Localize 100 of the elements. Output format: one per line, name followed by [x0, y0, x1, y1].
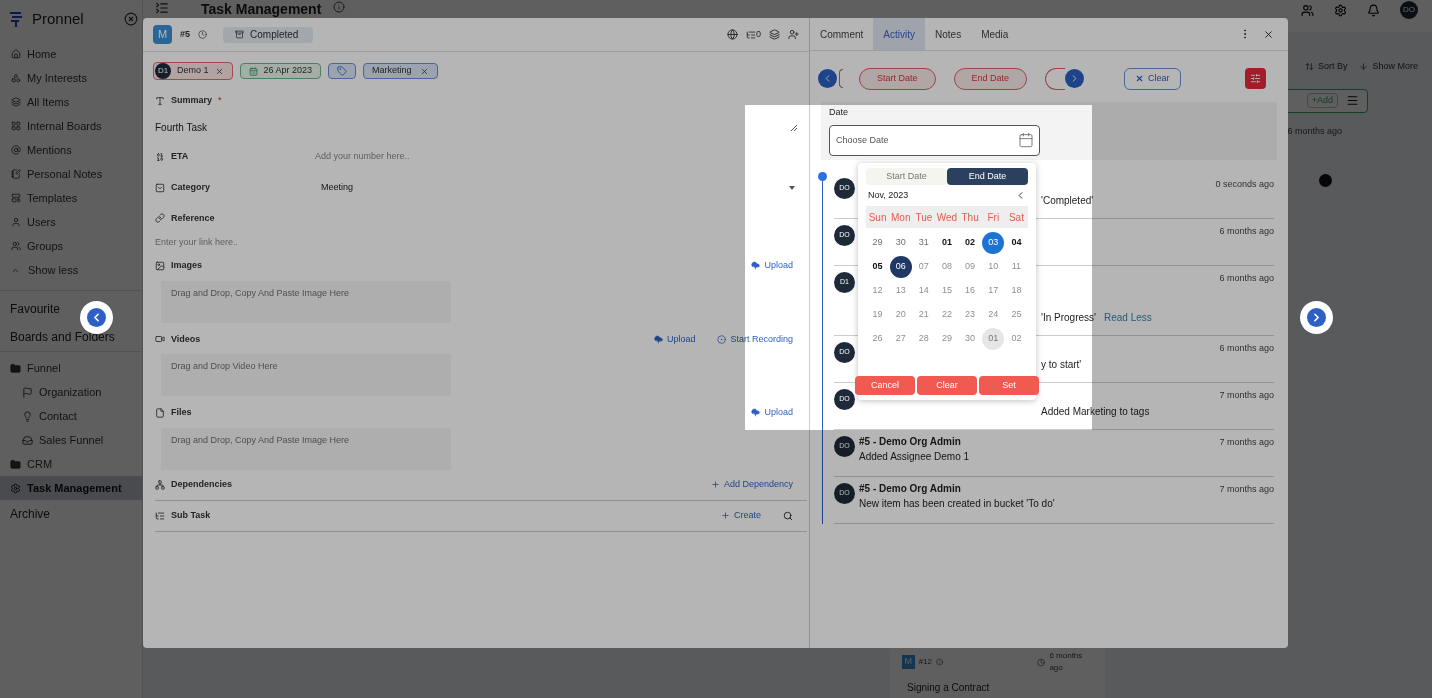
- previous-button[interactable]: [818, 69, 837, 88]
- picker-button[interactable]: Cancel: [855, 376, 915, 395]
- tree-item[interactable]: Task Management: [0, 476, 142, 500]
- number-field[interactable]: Add your number here..: [315, 150, 807, 164]
- calendar-day[interactable]: 15: [936, 280, 958, 302]
- action-link[interactable]: Start Recording: [717, 332, 793, 346]
- clear-button[interactable]: Clear: [1124, 67, 1181, 90]
- calendar-day[interactable]: 14: [912, 280, 935, 302]
- action-link[interactable]: Upload: [653, 332, 696, 346]
- calendar-day[interactable]: 31: [912, 232, 935, 254]
- calendar-day[interactable]: 09: [959, 256, 982, 278]
- picker-button[interactable]: Set: [979, 376, 1039, 395]
- range-tab[interactable]: Start Date: [866, 168, 947, 185]
- calendar-day[interactable]: 04: [1005, 232, 1028, 254]
- tree-item[interactable]: Organization: [0, 380, 142, 404]
- subtask-count[interactable]: 0: [746, 27, 761, 42]
- picker-button[interactable]: Clear: [917, 376, 977, 395]
- show-less-toggle[interactable]: Show less: [0, 258, 142, 282]
- assignee-chip[interactable]: D1 Demo 1: [153, 62, 233, 80]
- nav-item[interactable]: My Interests: [0, 66, 142, 90]
- search-icon[interactable]: [783, 510, 793, 521]
- tree-item[interactable]: CRM: [0, 452, 142, 476]
- calendar-day[interactable]: 16: [959, 280, 982, 302]
- calendar-day[interactable]: 01: [936, 232, 958, 254]
- calendar-day[interactable]: 10: [982, 256, 1005, 278]
- calendar-day[interactable]: 19: [866, 304, 889, 326]
- calendar-day[interactable]: 13: [889, 280, 912, 302]
- filter-chip[interactable]: Start Date: [859, 67, 936, 90]
- link-field[interactable]: Enter your link here..: [155, 235, 807, 249]
- close-icon[interactable]: [1263, 28, 1274, 40]
- calendar-day[interactable]: 06: [889, 256, 912, 278]
- calendar-day[interactable]: 29: [866, 232, 889, 254]
- action-link[interactable]: Upload: [751, 259, 793, 273]
- circle-x-icon[interactable]: [124, 12, 138, 26]
- settings-icon[interactable]: [1334, 3, 1347, 17]
- calendar-day[interactable]: 17: [982, 280, 1005, 302]
- calendar-day[interactable]: 02: [1005, 328, 1028, 350]
- calendar-day[interactable]: 07: [912, 256, 935, 278]
- panel-tab[interactable]: Media: [971, 18, 1019, 50]
- calendar-day[interactable]: 08: [936, 256, 958, 278]
- remove-icon[interactable]: [419, 66, 429, 76]
- calendar-day[interactable]: 05: [866, 256, 889, 278]
- status-pill[interactable]: Completed: [223, 26, 313, 43]
- next-button[interactable]: [1065, 69, 1085, 88]
- bell-icon[interactable]: [1367, 3, 1380, 17]
- action-link[interactable]: Add Dependency: [710, 477, 793, 492]
- nav-item[interactable]: Users: [0, 210, 142, 234]
- tag-chip[interactable]: Marketing: [363, 63, 438, 79]
- calendar-day[interactable]: 12: [866, 280, 889, 302]
- users-icon[interactable]: [1301, 3, 1314, 17]
- drop-zone[interactable]: Drag and Drop, Copy And Paste Image Here: [161, 427, 451, 470]
- globe-icon[interactable]: [727, 29, 738, 40]
- calendar-day[interactable]: 21: [912, 304, 935, 326]
- calendar-day[interactable]: 24: [982, 304, 1005, 326]
- nav-item[interactable]: Personal Notes: [0, 162, 142, 186]
- summary-field[interactable]: Fourth Task: [155, 113, 807, 142]
- calendar-day[interactable]: 23: [959, 304, 982, 326]
- sort-button[interactable]: Sort By: [1304, 60, 1348, 74]
- calendar-day[interactable]: 18: [1005, 280, 1028, 302]
- calendar-day[interactable]: 01: [982, 328, 1005, 350]
- panel-tab[interactable]: Comment: [810, 18, 874, 50]
- menu-icon[interactable]: [1346, 94, 1359, 107]
- add-button[interactable]: +Add: [1306, 92, 1338, 109]
- tree-item[interactable]: Funnel: [0, 356, 142, 380]
- nav-item[interactable]: Groups: [0, 234, 142, 258]
- calendar-day[interactable]: 27: [889, 328, 912, 350]
- show-more-button[interactable]: Show More: [1359, 60, 1418, 74]
- nav-item[interactable]: Mentions: [0, 138, 142, 162]
- drop-zone[interactable]: Drag and Drop Video Here: [161, 354, 451, 396]
- read-less-link[interactable]: Read Less: [1103, 312, 1152, 323]
- nav-item[interactable]: Templates: [0, 186, 142, 210]
- calendar-day[interactable]: 11: [1005, 256, 1028, 278]
- tag-button[interactable]: [328, 63, 357, 79]
- remove-icon[interactable]: [214, 66, 224, 76]
- range-tab[interactable]: End Date: [947, 168, 1028, 185]
- layers-icon[interactable]: [769, 29, 780, 40]
- nav-item[interactable]: All Items: [0, 90, 142, 114]
- drop-zone[interactable]: Drag and Drop, Copy And Paste Image Here: [161, 280, 451, 323]
- nav-item[interactable]: Internal Boards: [0, 114, 142, 138]
- calendar-day[interactable]: 22: [936, 304, 958, 326]
- nav-item[interactable]: Home: [0, 42, 142, 66]
- calendar-day[interactable]: 28: [912, 328, 935, 350]
- date-field[interactable]: Choose Date: [829, 124, 1040, 156]
- filter-chip[interactable]: End Date: [953, 67, 1028, 90]
- date-chip[interactable]: 26 Apr 2023: [239, 63, 322, 79]
- info-icon[interactable]: [333, 1, 346, 13]
- user-plus-icon[interactable]: [788, 29, 799, 40]
- category-select[interactable]: Meeting: [315, 181, 807, 195]
- calendar-day[interactable]: 26: [866, 328, 889, 350]
- calendar-day[interactable]: 25: [1005, 304, 1028, 326]
- tree-item[interactable]: Sales Funnel: [0, 428, 142, 452]
- calendar-day[interactable]: 29: [936, 328, 958, 350]
- panel-tab[interactable]: Activity: [873, 18, 926, 50]
- menu-icon[interactable]: [155, 1, 169, 15]
- action-link[interactable]: Upload: [751, 406, 793, 420]
- filter-button[interactable]: [1245, 68, 1266, 89]
- calendar-day[interactable]: 30: [959, 328, 982, 350]
- calendar-day[interactable]: 30: [889, 232, 912, 254]
- calendar-day[interactable]: 03: [982, 232, 1005, 254]
- calendar-day[interactable]: 02: [959, 232, 982, 254]
